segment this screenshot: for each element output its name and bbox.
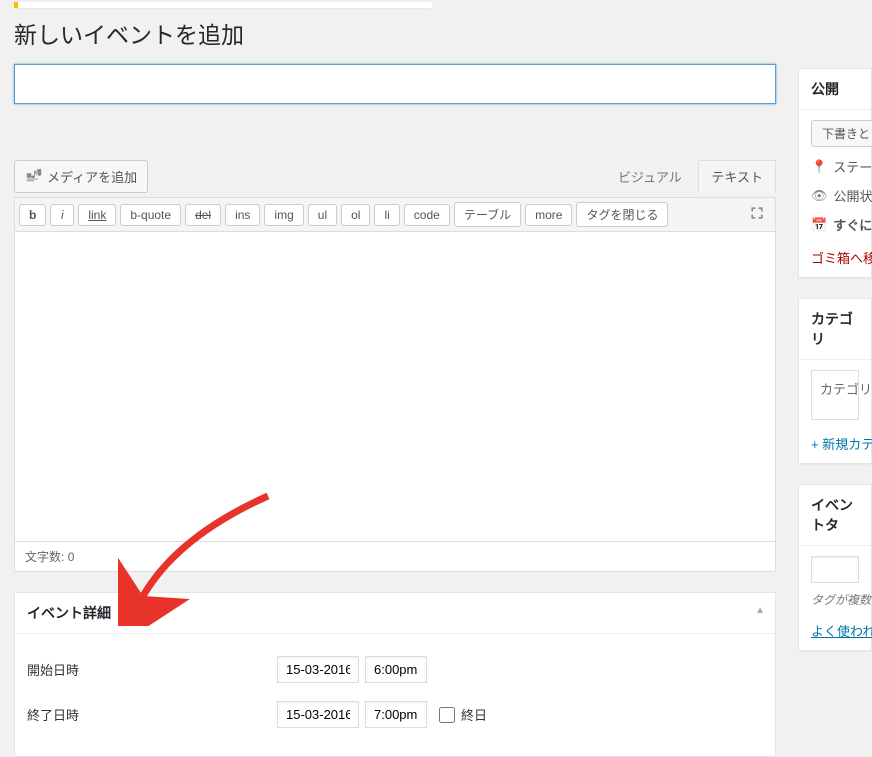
- calendar-icon: 📅: [811, 217, 827, 233]
- schedule-row: 📅すぐに: [811, 215, 859, 234]
- category-body: カテゴリー + 新規カテ: [799, 360, 871, 463]
- end-date-input[interactable]: [277, 701, 359, 728]
- pin-icon: 📍: [811, 159, 827, 175]
- end-time-input[interactable]: [365, 701, 427, 728]
- li-button[interactable]: li: [374, 204, 399, 226]
- collapse-icon[interactable]: ▲: [755, 605, 765, 616]
- editor-mode-tabs: ビジュアル テキスト: [605, 160, 776, 193]
- tag-input[interactable]: [811, 556, 859, 583]
- category-header: カテゴリ: [799, 299, 871, 360]
- event-title-input[interactable]: [14, 64, 776, 104]
- fullscreen-icon[interactable]: [749, 205, 765, 224]
- eye-icon: 👁: [811, 188, 828, 204]
- status-row: 📍ステー: [811, 157, 859, 176]
- img-button[interactable]: img: [264, 204, 303, 226]
- camera-music-icon: [25, 166, 43, 187]
- bold-button[interactable]: b: [19, 204, 46, 226]
- code-button[interactable]: code: [404, 204, 450, 226]
- allday-checkbox[interactable]: [439, 707, 455, 723]
- category-panel: カテゴリ カテゴリー + 新規カテ: [798, 298, 872, 464]
- page-title: 新しいイベントを追加: [14, 16, 872, 50]
- tags-help-text: タグが複数 ださい: [811, 591, 859, 609]
- del-button[interactable]: del: [185, 204, 221, 226]
- tags-header: イベントタ: [799, 485, 871, 546]
- event-details-body: 開始日時 終了日時 終日: [15, 634, 775, 756]
- allday-label: 終日: [461, 705, 487, 724]
- save-draft-button[interactable]: 下書きと: [811, 120, 872, 147]
- add-media-label: メディアを追加: [47, 167, 137, 186]
- frequently-used-tags-link[interactable]: よく使われ: [811, 621, 859, 640]
- move-to-trash-link[interactable]: ゴミ箱へ移: [811, 248, 859, 267]
- category-box[interactable]: カテゴリー: [811, 370, 859, 420]
- publish-body: 下書きと 📍ステー 👁公開状 📅すぐに ゴミ箱へ移: [799, 110, 871, 277]
- add-category-link[interactable]: + 新規カテ: [811, 434, 859, 453]
- ul-button[interactable]: ul: [308, 204, 337, 226]
- start-time-input[interactable]: [365, 656, 427, 683]
- content-textarea[interactable]: [14, 232, 776, 542]
- word-count-bar: 文字数: 0: [14, 542, 776, 572]
- ins-button[interactable]: ins: [225, 204, 260, 226]
- tab-text[interactable]: テキスト: [698, 160, 776, 193]
- publish-header: 公開: [799, 69, 871, 110]
- ol-button[interactable]: ol: [341, 204, 370, 226]
- event-details-metabox: イベント詳細 ▲ 開始日時 終了日時 終日: [14, 592, 776, 757]
- sidebar-column: 公開 下書きと 📍ステー 👁公開状 📅すぐに ゴミ箱へ移 カテゴリ カテゴリー …: [798, 68, 872, 671]
- table-button[interactable]: テーブル: [454, 202, 521, 227]
- close-tags-button[interactable]: タグを閉じる: [576, 202, 668, 227]
- end-label: 終了日時: [27, 705, 277, 724]
- start-date-input[interactable]: [277, 656, 359, 683]
- tags-panel: イベントタ タグが複数 ださい よく使われ: [798, 484, 872, 651]
- visibility-row: 👁公開状: [811, 186, 859, 205]
- event-details-title: イベント詳細: [27, 605, 111, 621]
- end-datetime-row: 終了日時 終日: [27, 701, 763, 728]
- more-button[interactable]: more: [525, 204, 572, 226]
- blockquote-button[interactable]: b-quote: [120, 204, 181, 226]
- start-datetime-row: 開始日時: [27, 656, 763, 683]
- link-button[interactable]: link: [78, 204, 116, 226]
- text-editor-toolbar: b i link b-quote del ins img ul ol li co…: [14, 197, 776, 232]
- start-label: 開始日時: [27, 660, 277, 679]
- tab-visual[interactable]: ビジュアル: [605, 160, 695, 193]
- italic-button[interactable]: i: [50, 204, 74, 226]
- publish-panel: 公開 下書きと 📍ステー 👁公開状 📅すぐに ゴミ箱へ移: [798, 68, 872, 278]
- event-details-header[interactable]: イベント詳細 ▲: [15, 593, 775, 634]
- tags-body: タグが複数 ださい よく使われ: [799, 546, 871, 650]
- notice-bar: [14, 2, 432, 8]
- word-count-label: 文字数:: [25, 550, 64, 564]
- add-media-button[interactable]: メディアを追加: [14, 160, 148, 193]
- main-column: メディアを追加 ビジュアル テキスト b i link b-quote del …: [14, 64, 776, 757]
- word-count-value: 0: [68, 550, 75, 564]
